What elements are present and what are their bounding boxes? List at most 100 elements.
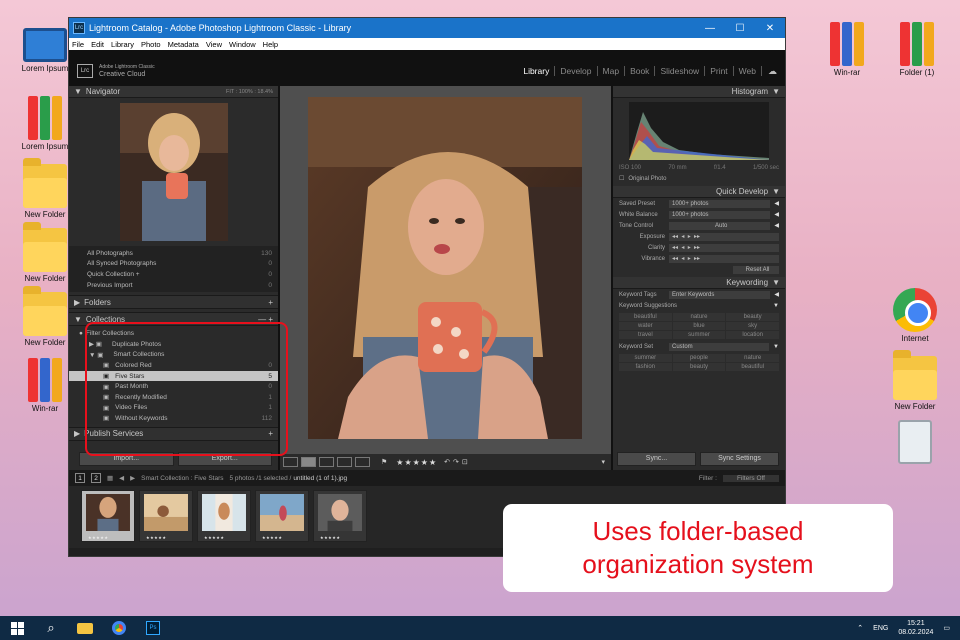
- maximize-button[interactable]: ☐: [725, 23, 755, 34]
- keyword-tags-input[interactable]: Enter Keywords: [669, 290, 771, 299]
- module-library[interactable]: Library: [518, 66, 556, 76]
- file-explorer-icon[interactable]: [68, 616, 102, 640]
- keyword-set-select[interactable]: Custom: [669, 342, 770, 351]
- loupe-view-icon[interactable]: [301, 457, 316, 467]
- desktop-icon-winrar-right[interactable]: Win-rar: [812, 22, 882, 77]
- keyword-chip[interactable]: beautiful: [619, 313, 672, 321]
- keyword-chip[interactable]: nature: [672, 313, 726, 321]
- expand-arrow-icon[interactable]: ◀: [774, 222, 779, 229]
- main-photo[interactable]: [308, 97, 582, 439]
- desktop-icon-folder-1-right[interactable]: Folder (1): [882, 22, 952, 77]
- original-photo-checkbox[interactable]: ☐ Original Photo: [613, 173, 785, 184]
- catalog-item[interactable]: Previous Import 0: [69, 280, 278, 291]
- keyword-chip[interactable]: location: [726, 331, 779, 339]
- keyword-chip[interactable]: beauty: [672, 363, 726, 371]
- module-develop[interactable]: Develop: [555, 66, 598, 76]
- catalog-item[interactable]: Quick Collection +0: [69, 269, 278, 280]
- expand-arrow-icon[interactable]: ◀: [774, 200, 779, 207]
- compare-view-icon[interactable]: [319, 457, 334, 467]
- rotate-left-icon[interactable]: ↶: [444, 458, 450, 466]
- desktop-icon-recycle-bin[interactable]: [880, 420, 950, 466]
- module-print[interactable]: Print: [705, 66, 734, 76]
- filmstrip-thumb[interactable]: ★★★★★: [313, 490, 367, 542]
- keyword-chip[interactable]: people: [672, 354, 726, 362]
- secondary-window-2-button[interactable]: 2: [91, 473, 101, 483]
- start-button[interactable]: [0, 616, 34, 640]
- filmstrip-thumb[interactable]: ★★★★★: [197, 490, 251, 542]
- expand-arrow-icon[interactable]: ◀: [774, 211, 779, 218]
- keywording-header[interactable]: Keywording ▼: [613, 277, 785, 289]
- grid-view-icon[interactable]: [283, 457, 298, 467]
- menu-file[interactable]: File: [72, 40, 84, 49]
- filmstrip-thumb[interactable]: ★★★★★: [81, 490, 135, 542]
- secondary-window-1-button[interactable]: 1: [75, 473, 85, 483]
- clock[interactable]: 15:21 08.02.2024: [898, 619, 933, 637]
- minimize-button[interactable]: —: [695, 23, 725, 34]
- filmstrip-thumb[interactable]: ★★★★★: [255, 490, 309, 542]
- forward-arrow-icon[interactable]: ▶: [130, 474, 135, 482]
- menu-window[interactable]: Window: [229, 40, 256, 49]
- filmstrip-source[interactable]: Smart Collection : Five Stars: [141, 475, 223, 482]
- keyword-chip[interactable]: travel: [619, 331, 672, 339]
- filmstrip-thumb[interactable]: ★★★★★: [139, 490, 193, 542]
- module-web[interactable]: Web: [734, 66, 762, 76]
- cloud-sync-icon[interactable]: ☁: [768, 66, 777, 77]
- filter-select[interactable]: Filters Off: [722, 474, 779, 482]
- desktop-icon-internet[interactable]: Internet: [880, 288, 950, 343]
- flag-icon[interactable]: ⚑: [381, 458, 387, 466]
- keyword-chip[interactable]: fashion: [619, 363, 672, 371]
- catalog-item[interactable]: All Photographs 130: [69, 248, 278, 259]
- module-book[interactable]: Book: [625, 66, 656, 76]
- keyword-chip[interactable]: summer: [672, 331, 726, 339]
- exposure-stepper[interactable]: ◂◂ ◂ ▸ ▸▸: [669, 232, 779, 241]
- sync-settings-button[interactable]: Sync Settings: [700, 452, 779, 466]
- tray-chevron-icon[interactable]: ⌃: [857, 624, 863, 632]
- notification-icon[interactable]: ▭: [943, 624, 950, 632]
- close-button[interactable]: ✕: [755, 23, 785, 34]
- rotate-right-icon[interactable]: ↷: [453, 458, 459, 466]
- keyword-chip[interactable]: nature: [726, 354, 779, 362]
- back-arrow-icon[interactable]: ◀: [119, 474, 124, 482]
- add-folder-icon[interactable]: +: [268, 298, 273, 307]
- language-indicator[interactable]: ENG: [873, 625, 888, 632]
- photoshop-taskbar-icon[interactable]: Ps: [136, 616, 170, 640]
- module-slideshow[interactable]: Slideshow: [655, 66, 706, 76]
- auto-button[interactable]: Auto: [669, 221, 771, 230]
- chrome-taskbar-icon[interactable]: [102, 616, 136, 640]
- keyword-suggestions-header[interactable]: Keyword Suggestions ▼: [613, 300, 785, 311]
- menu-view[interactable]: View: [206, 40, 222, 49]
- grid-icon[interactable]: ▦: [107, 474, 113, 482]
- keyword-chip[interactable]: beauty: [726, 313, 779, 321]
- keyword-chip[interactable]: blue: [672, 322, 726, 330]
- reset-all-button[interactable]: Reset All: [733, 265, 779, 274]
- module-map[interactable]: Map: [598, 66, 626, 76]
- keyword-chip[interactable]: beautiful: [726, 363, 779, 371]
- navigator-header[interactable]: ▼ Navigator FIT : 100% : 18.4%: [69, 86, 278, 98]
- menu-photo[interactable]: Photo: [141, 40, 161, 49]
- search-icon[interactable]: ⌕: [34, 616, 68, 640]
- keyword-chip[interactable]: sky: [726, 322, 779, 330]
- star-rating[interactable]: ★★★★★: [396, 458, 437, 467]
- menu-metadata[interactable]: Metadata: [168, 40, 199, 49]
- histogram-header[interactable]: Histogram ▼: [613, 86, 785, 98]
- menu-library[interactable]: Library: [111, 40, 134, 49]
- folders-header[interactable]: ▶ Folders +: [69, 295, 278, 310]
- vibrance-stepper[interactable]: ◂◂ ◂ ▸ ▸▸: [669, 254, 779, 263]
- keyword-chip[interactable]: water: [619, 322, 672, 330]
- navigator-preview[interactable]: [119, 103, 228, 241]
- catalog-item[interactable]: All Synced Photographs 0: [69, 259, 278, 270]
- clarity-stepper[interactable]: ◂◂ ◂ ▸ ▸▸: [669, 243, 779, 252]
- expand-arrow-icon[interactable]: ▼: [773, 344, 779, 350]
- expand-arrow-icon[interactable]: ◀: [774, 291, 779, 298]
- people-view-icon[interactable]: [355, 457, 370, 467]
- survey-view-icon[interactable]: [337, 457, 352, 467]
- menu-help[interactable]: Help: [263, 40, 278, 49]
- saved-preset-select[interactable]: 1000+ photos: [669, 199, 771, 208]
- white-balance-select[interactable]: 1000+ photos: [669, 210, 771, 219]
- sync-button[interactable]: Sync...: [617, 452, 696, 466]
- keyword-chip[interactable]: summer: [619, 354, 672, 362]
- toolbar-menu-icon[interactable]: ▾: [601, 458, 605, 466]
- crop-icon[interactable]: ⊡: [462, 458, 468, 466]
- desktop-icon-new-folder-right[interactable]: New Folder: [880, 350, 950, 411]
- quick-develop-header[interactable]: Quick Develop ▼: [613, 186, 785, 198]
